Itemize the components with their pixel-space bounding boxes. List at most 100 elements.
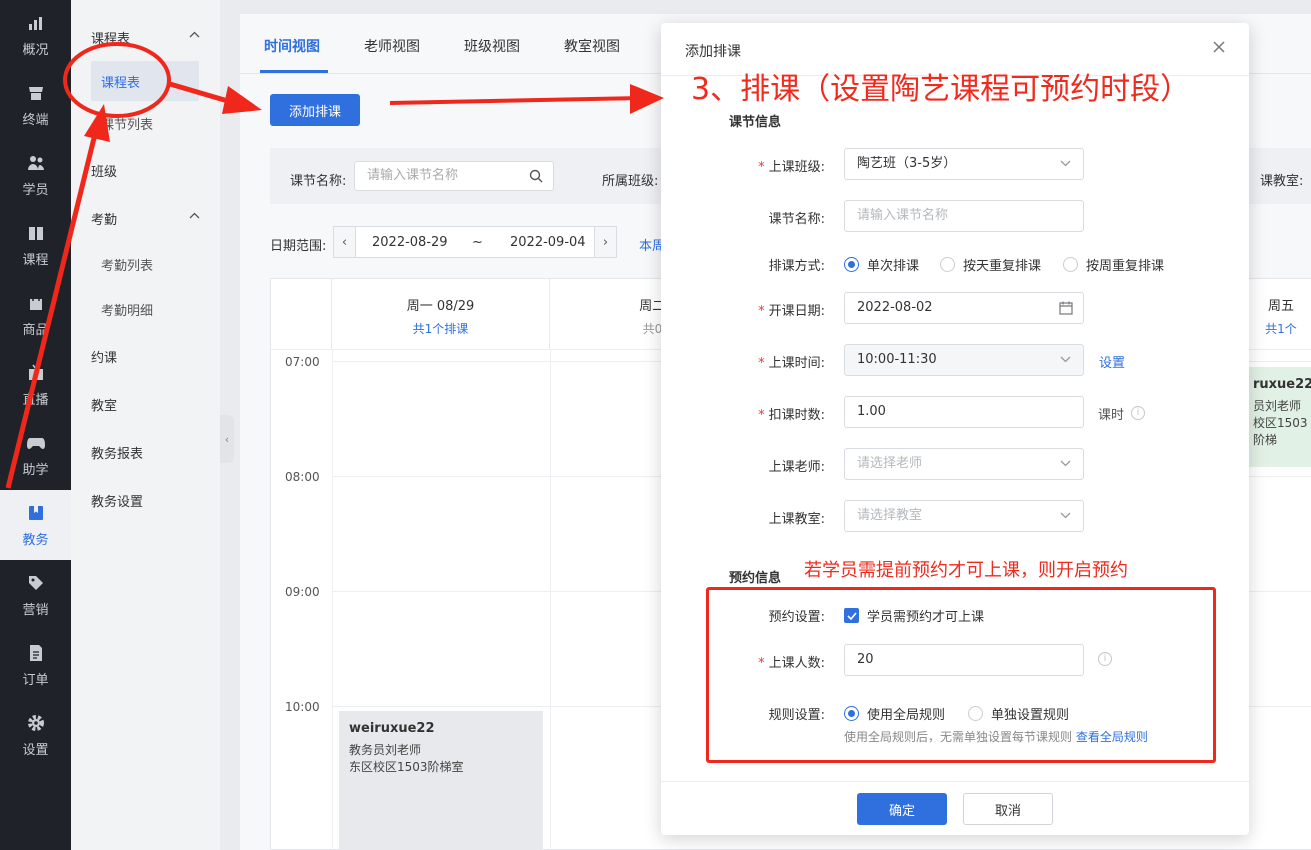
chevron-down-icon xyxy=(1060,512,1071,519)
nav-label: 设置 xyxy=(22,742,49,758)
gamepad-icon xyxy=(26,433,46,453)
section-booking-info: 预约信息 xyxy=(729,571,782,586)
section-lesson-info: 课节信息 xyxy=(729,115,782,130)
date-range-picker[interactable]: ‹ 2022-08-29 ~ 2022-09-04 › xyxy=(333,226,617,258)
search-icon xyxy=(529,169,543,183)
tab-room-view[interactable]: 教室视图 xyxy=(564,36,620,56)
book-icon xyxy=(26,223,46,243)
submenu-item-report[interactable]: 教务报表 xyxy=(71,428,220,476)
chevron-right-icon: › xyxy=(602,234,609,250)
chevron-left-icon: ‹ xyxy=(224,432,230,446)
nav-academic[interactable]: 教务 xyxy=(0,490,71,560)
nav-courses[interactable]: 课程 xyxy=(0,210,71,280)
day-header-fri: 周五 共1个 xyxy=(1265,299,1297,336)
nav-label: 商品 xyxy=(22,322,49,338)
submenu-item-lessons[interactable]: 课节列表 xyxy=(71,101,220,146)
date-range-label: 日期范围: xyxy=(270,239,327,254)
calendar-icon xyxy=(1059,301,1073,315)
date-end: 2022-09-04 xyxy=(510,235,586,250)
start-date-field[interactable]: 2022-08-02 xyxy=(844,292,1084,324)
calendar-event[interactable]: ruxue22 员刘老师 校区1503阶梯 xyxy=(1249,367,1311,467)
chevron-down-icon xyxy=(1060,160,1071,167)
schedule-mode-label: 排课方式: xyxy=(768,259,825,274)
grid-vline xyxy=(332,349,333,850)
annotation-note: 若学员需提前预约才可上课，则开启预约 xyxy=(804,560,1128,581)
deduct-hours-label: * 扣课时数: xyxy=(758,408,825,423)
lesson-name-field[interactable]: 请输入课节名称 xyxy=(844,200,1084,232)
time-column-header xyxy=(271,279,332,349)
hours-unit: 课时 xyxy=(1098,408,1125,423)
time-label: 09:00 xyxy=(285,585,320,599)
nav-label: 概况 xyxy=(22,42,49,58)
collapse-sidebar-button[interactable]: ‹ xyxy=(220,415,234,463)
calendar-book-icon xyxy=(26,503,46,523)
teacher-label: 上课老师: xyxy=(768,460,825,475)
nav-label: 直播 xyxy=(22,392,49,408)
chevron-up-icon xyxy=(189,212,200,219)
nav-label: 营销 xyxy=(22,602,49,618)
class-label: * 上课班级: xyxy=(758,160,825,175)
date-separator: ~ xyxy=(472,235,483,250)
submenu-group-schedule[interactable]: 课程表 xyxy=(71,13,220,61)
radio-daily[interactable]: 按天重复排课 xyxy=(940,255,1041,274)
nav-marketing[interactable]: 营销 xyxy=(0,560,71,630)
chevron-up-icon xyxy=(189,31,200,38)
submenu-item-room[interactable]: 教室 xyxy=(71,380,220,428)
nav-label: 助学 xyxy=(22,462,49,478)
submenu-item-attendance-list[interactable]: 考勤列表 xyxy=(71,242,220,287)
radio-weekly[interactable]: 按周重复排课 xyxy=(1063,255,1164,274)
time-label: 08:00 xyxy=(285,470,320,484)
nav-label: 订单 xyxy=(22,672,49,688)
teacher-select[interactable]: 请选择老师 xyxy=(844,448,1084,480)
nav-orders[interactable]: 订单 xyxy=(0,630,71,700)
nav-goods[interactable]: 商品 xyxy=(0,280,71,350)
nav-overview[interactable]: 概况 xyxy=(0,0,71,70)
nav-label: 课程 xyxy=(22,252,49,268)
close-icon[interactable] xyxy=(1211,39,1227,55)
deduct-hours-field[interactable]: 1.00 xyxy=(844,396,1084,428)
time-label: 07:00 xyxy=(285,355,320,369)
bag-icon xyxy=(26,293,46,313)
nav-students[interactable]: 学员 xyxy=(0,140,71,210)
radio-circle xyxy=(844,257,859,272)
class-time-select[interactable]: 10:00-11:30 xyxy=(844,344,1084,376)
room-label: 上课教室: xyxy=(768,512,825,527)
submenu-group-attendance[interactable]: 考勤 xyxy=(71,194,220,242)
confirm-button[interactable]: 确定 xyxy=(857,793,947,825)
nav-label: 教务 xyxy=(22,532,49,548)
tab-time-view[interactable]: 时间视图 xyxy=(264,36,320,56)
submenu-item-settings[interactable]: 教务设置 xyxy=(71,476,220,524)
cancel-button[interactable]: 取消 xyxy=(963,793,1053,825)
tag-icon xyxy=(26,573,46,593)
submenu-item-attendance-detail[interactable]: 考勤明细 xyxy=(71,287,220,332)
time-label: 10:00 xyxy=(285,700,320,714)
sub-menu: 课程表 课程表 课节列表 班级 考勤 考勤列表 考勤明细 约课 教室 教务报表 … xyxy=(71,0,220,850)
grid-vline xyxy=(550,349,551,850)
info-icon[interactable]: i xyxy=(1131,406,1145,420)
tab-underline xyxy=(260,70,328,73)
nav-assist[interactable]: 助学 xyxy=(0,420,71,490)
start-date-label: * 开课日期: xyxy=(758,304,825,319)
annotation-step-title: 3、排课（设置陶艺课程可预约时段） xyxy=(691,72,1191,107)
lesson-name-input[interactable]: 请输入课节名称 xyxy=(354,161,554,191)
nav-live[interactable]: 直播 xyxy=(0,350,71,420)
submenu-item-class[interactable]: 班级 xyxy=(71,146,220,194)
tab-teacher-view[interactable]: 老师视图 xyxy=(364,36,420,56)
submenu-item-schedule[interactable]: 课程表 xyxy=(91,61,199,101)
time-settings-link[interactable]: 设置 xyxy=(1099,352,1125,371)
next-week-button[interactable]: › xyxy=(594,227,616,257)
dialog-footer-divider xyxy=(661,781,1249,782)
add-schedule-button[interactable]: 添加排课 xyxy=(270,94,360,126)
chevron-down-icon xyxy=(1060,356,1071,363)
submenu-item-booking[interactable]: 约课 xyxy=(71,332,220,380)
dialog-title: 添加排课 xyxy=(685,44,741,60)
order-icon xyxy=(26,643,46,663)
class-select[interactable]: 陶艺班（3-5岁） xyxy=(844,148,1084,180)
nav-settings[interactable]: 设置 xyxy=(0,700,71,770)
calendar-event[interactable]: weiruxue22 教务员刘老师 东区校区1503阶梯室 xyxy=(339,711,543,850)
nav-terminal[interactable]: 终端 xyxy=(0,70,71,140)
radio-single[interactable]: 单次排课 xyxy=(844,255,919,274)
prev-week-button[interactable]: ‹ xyxy=(334,227,356,257)
tab-class-view[interactable]: 班级视图 xyxy=(464,36,520,56)
room-select[interactable]: 请选择教室 xyxy=(844,500,1084,532)
